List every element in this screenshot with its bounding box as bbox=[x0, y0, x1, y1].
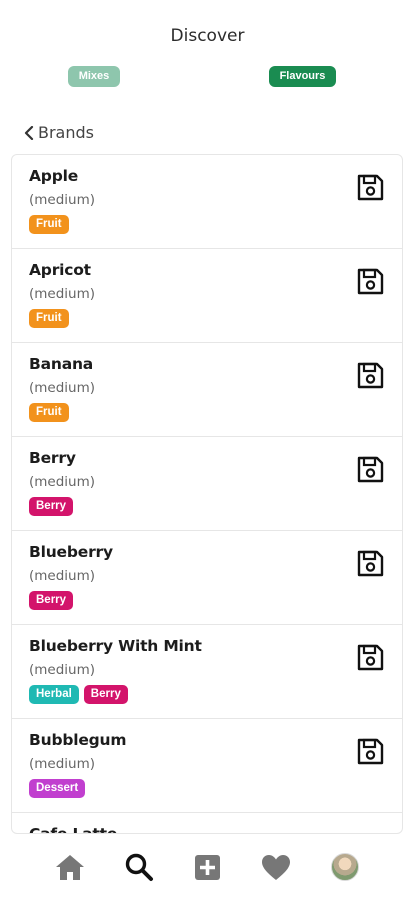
flavour-strength: (medium) bbox=[29, 662, 96, 678]
flavour-list[interactable]: Apple (medium) Fruit Apricot (medium) Fruit Ba… bbox=[11, 154, 403, 834]
chevron-left-icon bbox=[24, 125, 34, 140]
flavour-name: Blueberry bbox=[29, 543, 113, 561]
category-tag: Herbal bbox=[29, 685, 79, 704]
list-item[interactable]: Banana (medium) Fruit bbox=[12, 343, 402, 437]
save-icon bbox=[357, 362, 384, 389]
back-to-brands-link[interactable]: Brands bbox=[24, 123, 94, 142]
flavour-name: Blueberry With Mint bbox=[29, 637, 202, 655]
list-item[interactable]: Blueberry With Mint (medium) Herbal Berry bbox=[12, 625, 402, 719]
back-link-label: Brands bbox=[38, 123, 94, 142]
list-item[interactable]: Apple (medium) Fruit bbox=[12, 155, 402, 249]
category-tag: Berry bbox=[29, 497, 74, 516]
save-button[interactable] bbox=[356, 267, 385, 296]
nav-add[interactable] bbox=[189, 849, 225, 885]
tag-list: Herbal Berry bbox=[29, 685, 386, 704]
save-icon bbox=[357, 550, 384, 577]
save-icon bbox=[357, 174, 384, 201]
flavour-strength: (medium) bbox=[29, 286, 96, 302]
category-tag: Berry bbox=[29, 591, 74, 610]
save-button[interactable] bbox=[356, 455, 385, 484]
list-item[interactable]: Apricot (medium) Fruit bbox=[12, 249, 402, 343]
category-tag: Dessert bbox=[29, 779, 86, 798]
flavour-strength: (medium) bbox=[29, 192, 96, 208]
list-item[interactable]: Blueberry (medium) Berry bbox=[12, 531, 402, 625]
flavour-name: Cafe Latte bbox=[29, 825, 118, 834]
category-tag: Fruit bbox=[29, 309, 69, 328]
save-button[interactable] bbox=[356, 549, 385, 578]
heart-icon bbox=[262, 854, 291, 880]
tag-list: Berry bbox=[29, 497, 386, 516]
save-icon bbox=[357, 738, 384, 765]
flavour-strength: (medium) bbox=[29, 380, 96, 396]
flavours-toggle-button[interactable]: Flavours bbox=[269, 66, 336, 87]
avatar bbox=[330, 853, 359, 881]
nav-favourites[interactable] bbox=[258, 849, 294, 885]
home-icon bbox=[56, 855, 85, 880]
save-icon bbox=[357, 456, 384, 483]
flavour-strength: (medium) bbox=[29, 568, 96, 584]
flavour-name: Apricot bbox=[29, 261, 91, 279]
flavour-name: Bubblegum bbox=[29, 731, 127, 749]
category-tag: Berry bbox=[83, 685, 128, 704]
page-title: Discover bbox=[170, 26, 245, 46]
nav-search[interactable] bbox=[121, 849, 157, 885]
flavour-name: Banana bbox=[29, 355, 94, 373]
tag-list: Fruit bbox=[29, 215, 386, 234]
search-icon bbox=[125, 853, 153, 881]
save-button[interactable] bbox=[356, 737, 385, 766]
save-button[interactable] bbox=[356, 361, 385, 390]
save-button[interactable] bbox=[356, 173, 385, 202]
category-tag: Fruit bbox=[29, 403, 69, 422]
nav-home[interactable] bbox=[52, 849, 88, 885]
save-button[interactable] bbox=[356, 643, 385, 672]
bottom-navigation bbox=[0, 834, 415, 900]
list-item[interactable]: Berry (medium) Berry bbox=[12, 437, 402, 531]
nav-profile[interactable] bbox=[327, 849, 363, 885]
add-icon bbox=[194, 854, 220, 880]
flavour-name: Berry bbox=[29, 449, 76, 467]
flavour-name: Apple bbox=[29, 167, 79, 185]
mixes-toggle-button[interactable]: Mixes bbox=[68, 66, 120, 87]
list-item[interactable]: Cafe Latte bbox=[12, 813, 402, 834]
tag-list: Berry bbox=[29, 591, 386, 610]
save-icon bbox=[357, 644, 384, 671]
tag-list: Dessert bbox=[29, 779, 386, 798]
save-icon bbox=[357, 268, 384, 295]
flavour-strength: (medium) bbox=[29, 474, 96, 490]
flavour-strength: (medium) bbox=[29, 756, 96, 772]
list-item[interactable]: Bubblegum (medium) Dessert bbox=[12, 719, 402, 813]
tag-list: Fruit bbox=[29, 403, 386, 422]
tag-list: Fruit bbox=[29, 309, 386, 328]
category-tag: Fruit bbox=[29, 215, 69, 234]
